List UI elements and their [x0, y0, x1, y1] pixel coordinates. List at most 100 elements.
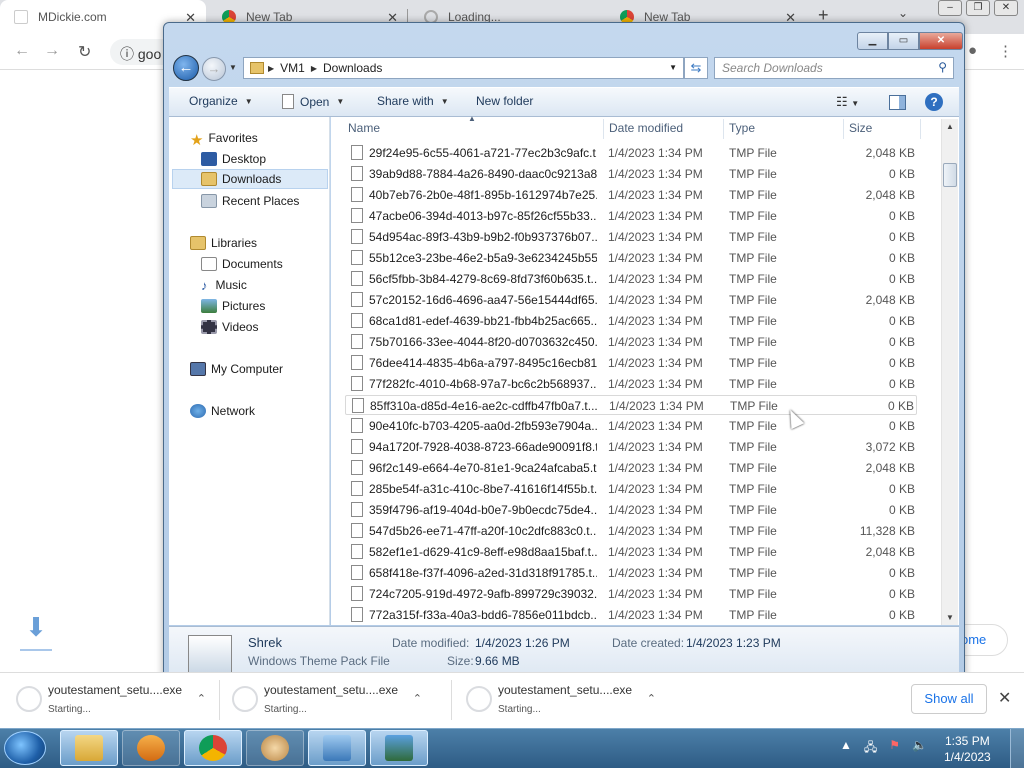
view-options-icon[interactable]: ☷ ▼	[836, 94, 859, 110]
tmp-file-icon	[351, 418, 363, 433]
file-row[interactable]: 68ca1d81-edef-4639-bb21-fbb4b25ac665....…	[345, 311, 917, 331]
file-row[interactable]: 55b12ce3-23be-46e2-b5a9-3e6234245b55... 1…	[345, 248, 917, 268]
file-row[interactable]: 90e410fc-b703-4205-aa0d-2fb593e7904a....…	[345, 416, 917, 436]
file-size: 0 KB	[888, 251, 915, 265]
address-bar[interactable]: ▶ VM1 ▶ Downloads ▼	[243, 57, 684, 79]
file-row[interactable]: 359f4796-af19-404d-b0e7-9b0ecdc75de4....…	[345, 500, 917, 520]
back-arrow-icon[interactable]: ←	[173, 55, 199, 81]
column-header-date[interactable]: Date modified	[609, 121, 683, 135]
show-all-button[interactable]: Show all	[911, 684, 987, 714]
file-row[interactable]: 57c20152-16d6-4696-aa47-56e15444df65....…	[345, 290, 917, 310]
file-date-modified: 1/4/2023 1:34 PM	[608, 377, 703, 391]
file-row[interactable]: 75b70166-33ee-4044-8f20-d0703632c450....…	[345, 332, 917, 352]
file-size: 2,048 KB	[865, 461, 915, 475]
minimize-icon[interactable]: ▁	[857, 32, 888, 50]
start-button[interactable]	[4, 731, 46, 765]
nav-my-computer[interactable]: My Computer	[190, 359, 351, 379]
breadcrumb-downloads[interactable]: Downloads	[323, 61, 382, 75]
tmp-file-icon	[351, 586, 363, 601]
scrollbar-thumb[interactable]	[943, 163, 957, 187]
file-date-modified: 1/4/2023 1:34 PM	[608, 146, 703, 160]
nav-favorites[interactable]: ★ Favorites	[190, 128, 351, 149]
close-icon[interactable]: ✕	[919, 32, 963, 50]
taskbar-media-player[interactable]	[122, 730, 180, 766]
nav-network[interactable]: Network	[190, 401, 351, 421]
clock[interactable]: 1:35 PM 1/4/2023	[944, 733, 991, 765]
download-file-name: youtestament_setu....exe	[264, 683, 399, 697]
new-folder-button[interactable]: New folder	[476, 94, 533, 108]
tab-search-chevron-icon[interactable]: ⌄	[898, 6, 908, 20]
nav-libraries[interactable]: Libraries	[190, 233, 351, 253]
file-row[interactable]: 772a315f-f33a-40a3-bdd6-7856e011bdcb....…	[345, 605, 917, 625]
file-type: TMP File	[729, 461, 777, 475]
nav-label: Desktop	[222, 152, 267, 166]
scroll-up-icon[interactable]: ▲	[946, 122, 954, 131]
volume-icon[interactable]: 🔈	[912, 738, 927, 759]
organize-button[interactable]: Organize ▼	[189, 94, 253, 108]
profile-icon[interactable]: ●	[968, 42, 977, 59]
file-row[interactable]: 47acbe06-394d-4013-b97c-85f26cf55b33....…	[345, 206, 917, 226]
taskbar-explorer[interactable]	[60, 730, 118, 766]
chevron-up-icon[interactable]: ⌃	[197, 692, 206, 705]
file-row[interactable]: 96f2c149-e664-4e70-81e1-9ca24afcaba5.t..…	[345, 458, 917, 478]
chevron-up-icon[interactable]: ⌃	[647, 692, 656, 705]
file-date-modified: 1/4/2023 1:34 PM	[608, 251, 703, 265]
close-icon[interactable]: ✕	[998, 688, 1011, 708]
recent-pages-chevron-icon[interactable]: ▼	[229, 63, 237, 72]
chevron-up-icon[interactable]: ⌃	[413, 692, 422, 705]
minimize-icon[interactable]: –	[938, 0, 962, 16]
open-button[interactable]: Open ▼	[282, 94, 344, 109]
help-icon[interactable]: ?	[925, 93, 943, 111]
file-row[interactable]: 40b7eb76-2b0e-48f1-895b-1612974b7e25... 1…	[345, 185, 917, 205]
taskbar-control-panel[interactable]	[308, 730, 366, 766]
download-item[interactable]: youtestament_setu....exe Starting... ⌃	[216, 672, 436, 728]
forward-arrow-icon[interactable]: →	[44, 42, 60, 60]
vertical-scrollbar[interactable]: ▲ ▼	[941, 119, 958, 625]
scroll-down-icon[interactable]: ▼	[946, 613, 954, 622]
taskbar-chrome[interactable]	[184, 730, 242, 766]
file-row[interactable]: 76dee414-4835-4b6a-a797-8495c16ecb81....…	[345, 353, 917, 373]
file-row[interactable]: 582ef1e1-d629-41c9-8eff-e98d8aa15baf.t..…	[345, 542, 917, 562]
file-row[interactable]: 547d5b26-ee71-47ff-a20f-10c2dfc883c0.t..…	[345, 521, 917, 541]
tmp-file-icon	[351, 313, 363, 328]
restore-icon[interactable]: ❐	[966, 0, 990, 16]
share-with-button[interactable]: Share with ▼	[377, 94, 449, 108]
menu-dots-icon[interactable]: ⋮	[998, 42, 1013, 60]
back-arrow-icon[interactable]: ←	[14, 42, 30, 60]
file-row[interactable]: 56cf5fbb-3b84-4279-8c69-8fd73f60b635.t..…	[345, 269, 917, 289]
file-row[interactable]: 724c7205-919d-4972-9afb-899729c39032....…	[345, 584, 917, 604]
file-row[interactable]: 77f282fc-4010-4b68-97a7-bc6c2b568937....…	[345, 374, 917, 394]
network-tray-icon[interactable]: 🖧	[864, 738, 877, 759]
column-header-name[interactable]: Name	[348, 121, 380, 135]
file-date-modified: 1/4/2023 1:34 PM	[608, 503, 703, 517]
file-name: 54d954ac-89f3-43b9-b9b2-f0b937376b07....	[369, 230, 597, 244]
download-item[interactable]: youtestament_setu....exe Starting... ⌃	[0, 672, 220, 728]
file-row[interactable]: 658f418e-f37f-4096-a2ed-31d318f91785.t..…	[345, 563, 917, 583]
taskbar-paint[interactable]	[246, 730, 304, 766]
file-row[interactable]: 54d954ac-89f3-43b9-b9b2-f0b937376b07....…	[345, 227, 917, 247]
file-row[interactable]: 39ab9d88-7884-4a26-8490-daac0c9213a8... 1…	[345, 164, 917, 184]
preview-pane-icon[interactable]	[889, 95, 906, 110]
file-row[interactable]: 94a1720f-7928-4038-8723-66ade90091f8.t..…	[345, 437, 917, 457]
forward-arrow-icon[interactable]: →	[202, 57, 226, 81]
maximize-icon[interactable]: ▭	[888, 32, 919, 50]
file-name: 57c20152-16d6-4696-aa47-56e15444df65....	[369, 293, 597, 307]
file-type: TMP File	[729, 608, 777, 622]
column-header-type[interactable]: Type	[729, 121, 755, 135]
refresh-icon[interactable]: ⇆	[684, 57, 708, 79]
file-row[interactable]: 85ff310a-d85d-4e16-ae2c-cdffb47fb0a7.t..…	[345, 395, 917, 415]
show-hidden-icons-icon[interactable]: ▲	[840, 738, 852, 759]
column-header-size[interactable]: Size	[849, 121, 872, 135]
download-item[interactable]: youtestament_setu....exe Starting... ⌃	[450, 672, 670, 728]
file-row[interactable]: 285be54f-a31c-410c-8be7-41616f14f55b.t..…	[345, 479, 917, 499]
file-row[interactable]: 29f24e95-6c55-4061-a721-77ec2b3c9afc.t..…	[345, 143, 917, 163]
search-input[interactable]: Search Downloads ⚲	[714, 57, 954, 79]
breadcrumb-vm1[interactable]: VM1	[280, 61, 305, 75]
address-dropdown-icon[interactable]: ▼	[669, 63, 677, 72]
taskbar-image-viewer[interactable]	[370, 730, 428, 766]
reload-icon[interactable]: ↻	[78, 42, 91, 62]
action-center-flag-icon[interactable]: ⚑	[889, 738, 900, 759]
close-icon[interactable]: ✕	[994, 0, 1018, 16]
nav-downloads[interactable]: Downloads	[172, 169, 328, 189]
show-desktop-button[interactable]	[1010, 729, 1024, 768]
